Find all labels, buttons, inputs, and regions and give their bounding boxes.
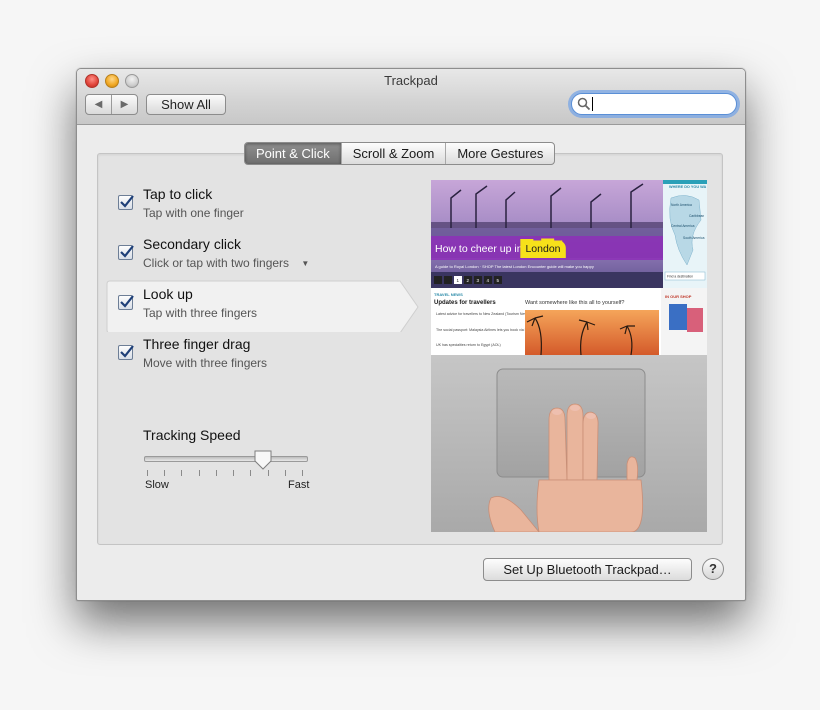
slider-min-label: Slow	[145, 479, 169, 491]
news-title: Updates for travellers	[434, 300, 496, 306]
side-item[interactable]: North America	[671, 203, 692, 207]
setup-bluetooth-trackpad-button[interactable]: Set Up Bluetooth Trackpad…	[483, 558, 692, 581]
hero-subline: A guide to Royal London · SHOP The lates…	[435, 264, 594, 269]
slider-tick	[250, 470, 252, 476]
gesture-preview-video: How to cheer up in London A guide to Roy…	[431, 180, 707, 532]
checkmark-icon	[120, 345, 134, 358]
option-description: Move with three fingers	[143, 356, 268, 370]
side-item[interactable]: South America	[683, 236, 705, 240]
side-item[interactable]: Central America	[671, 224, 695, 228]
option-look-up: Look up Tap with three fingers	[98, 284, 398, 334]
back-arrow-icon[interactable]: ◀	[86, 95, 112, 114]
help-button[interactable]: ?	[702, 558, 724, 580]
show-all-button[interactable]: Show All	[146, 94, 226, 115]
tab-bar: Point & Click Scroll & Zoom More Gesture…	[244, 142, 556, 165]
option-secondary-click: Secondary click Click or tap with two fi…	[98, 234, 398, 284]
slider-tick	[181, 470, 183, 476]
slider-tick	[284, 470, 286, 476]
checkmark-icon	[120, 195, 134, 208]
news-item[interactable]: UK has specialties return to Egypt (AOL)	[436, 343, 501, 347]
checkmark-icon	[120, 245, 134, 258]
slider-tick	[233, 470, 235, 476]
book-cover[interactable]	[669, 304, 687, 330]
side-title: WHERE DO YOU WA	[669, 185, 707, 189]
option-description: Tap with one finger	[143, 206, 244, 220]
slider-tick	[302, 470, 303, 476]
checkmark-icon	[120, 295, 134, 308]
option-description: Click or tap with two fingers ▼	[143, 256, 309, 270]
option-description: Tap with three fingers	[143, 306, 258, 320]
history-nav: ◀ ▶	[85, 94, 138, 115]
slider-tick	[147, 470, 148, 476]
news-tag: TRAVEL NEWS	[434, 292, 463, 297]
text-caret	[592, 97, 593, 111]
tab-point-click[interactable]: Point & Click	[245, 143, 341, 164]
option-label: Secondary click	[143, 236, 242, 252]
slider-tick	[267, 470, 269, 476]
option-label: Three finger drag	[143, 336, 251, 352]
slider-tick	[164, 470, 166, 476]
side-item[interactable]: Caribbean	[689, 214, 704, 218]
slider-tick	[198, 470, 200, 476]
option-description-text: Click or tap with two fingers	[143, 256, 290, 270]
option-three-finger-drag: Three finger drag Move with three finger…	[98, 334, 398, 384]
slider-knob[interactable]	[253, 449, 273, 471]
dropdown-arrow-icon[interactable]: ▼	[301, 259, 309, 268]
tracking-speed-label: Tracking Speed	[143, 427, 241, 443]
search-field[interactable]	[571, 93, 737, 115]
slider-tick	[215, 470, 217, 476]
want-text: Want somewhere like this all to yourself…	[525, 300, 624, 306]
find-destination[interactable]: Find a destination	[667, 275, 693, 279]
play-icon[interactable]	[434, 276, 442, 284]
book-cover[interactable]	[687, 308, 703, 332]
hero-pager: 1 2 3 4 5	[434, 276, 502, 284]
pause-icon[interactable]	[444, 276, 452, 284]
option-label: Look up	[143, 286, 193, 302]
slider-track[interactable]	[144, 456, 308, 462]
window-title: Trackpad	[384, 73, 438, 88]
tab-more-gestures[interactable]: More Gestures	[445, 143, 554, 164]
checkbox-look-up[interactable]	[118, 295, 134, 310]
hero-headline: How to cheer up in London	[435, 243, 561, 255]
forward-arrow-icon[interactable]: ▶	[112, 95, 137, 114]
beach-image	[525, 310, 659, 355]
checkbox-tap-to-click[interactable]	[118, 195, 134, 210]
tab-scroll-zoom[interactable]: Scroll & Zoom	[340, 143, 446, 164]
titlebar: Trackpad ◀ ▶ Show All	[77, 69, 745, 125]
option-tap-to-click: Tap to click Tap with one finger	[98, 184, 398, 234]
slider-max-label: Fast	[288, 479, 310, 491]
checkbox-three-finger-drag[interactable]	[118, 345, 134, 360]
shop-title: IN OUR SHOP	[665, 294, 692, 299]
option-label: Tap to click	[143, 186, 213, 202]
trackpad-window: Trackpad ◀ ▶ Show All Tap to click Tap w…	[76, 68, 746, 601]
checkbox-secondary-click[interactable]	[118, 245, 134, 260]
search-icon	[577, 97, 591, 111]
tracking-speed-slider[interactable]: Slow Fast	[143, 446, 311, 496]
settings-panel: Tap to click Tap with one finger Seconda…	[97, 153, 723, 545]
